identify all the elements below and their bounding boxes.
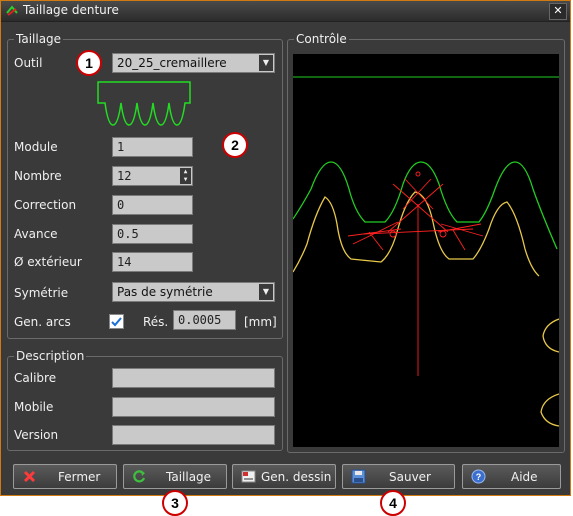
avance-field[interactable]: 0.5	[112, 224, 193, 244]
version-label: Version	[14, 428, 59, 442]
taillage-button-label: Taillage	[166, 470, 212, 484]
outil-select-value: 20_25_cremaillere	[117, 56, 227, 70]
calibre-label: Calibre	[14, 371, 57, 385]
chevron-down-icon[interactable]: ▼	[259, 55, 273, 71]
callout-badge-4: 4	[380, 490, 406, 516]
spin-down-icon[interactable]: ▼	[180, 176, 191, 184]
window-title: Taillage denture	[23, 3, 119, 17]
preview-canvas[interactable]	[292, 54, 560, 447]
gear-cut-app-icon	[6, 5, 18, 16]
gen-dessin-label: Gen. dessin	[261, 470, 332, 484]
title-bar[interactable]: Taillage denture ✕	[1, 1, 570, 22]
close-icon	[23, 470, 36, 483]
save-icon	[351, 469, 366, 484]
sauver-label: Sauver	[389, 470, 431, 484]
callout-badge-3: 3	[162, 490, 188, 516]
symetrie-select-value: Pas de symétrie	[117, 285, 213, 299]
mobile-label: Mobile	[14, 400, 54, 414]
fermer-label: Fermer	[58, 470, 101, 484]
gen-arcs-checkbox[interactable]	[109, 314, 124, 329]
spin-up-icon[interactable]: ▲	[180, 168, 191, 176]
exterieur-label: Ø extérieur	[14, 255, 82, 269]
nombre-label: Nombre	[14, 169, 62, 183]
sauver-button[interactable]: Sauver	[342, 464, 455, 489]
taillage-group-title: Taillage	[14, 32, 64, 46]
fermer-button[interactable]: Fermer	[13, 464, 117, 489]
outil-label: Outil	[14, 56, 43, 70]
nombre-value: 12	[117, 169, 132, 183]
help-icon: ?	[471, 469, 486, 484]
spin-buttons[interactable]: ▲ ▼	[180, 168, 191, 184]
aide-button[interactable]: ? Aide	[462, 464, 561, 489]
controle-group-title: Contrôle	[294, 32, 349, 46]
callout-badge-2: 2	[222, 132, 248, 158]
svg-text:?: ?	[476, 472, 482, 482]
nombre-stepper[interactable]: 12 ▲ ▼	[112, 166, 193, 186]
mobile-field[interactable]	[112, 397, 275, 417]
version-field[interactable]	[112, 425, 275, 445]
res-field[interactable]: 0.0005	[173, 310, 236, 330]
drawing-icon	[241, 470, 256, 483]
module-field[interactable]: 1	[112, 137, 193, 157]
checkmark-icon	[111, 317, 122, 327]
symetrie-label: Symétrie	[14, 286, 69, 300]
callout-badge-1: 1	[76, 50, 102, 76]
taillage-button[interactable]: Taillage	[123, 464, 227, 489]
correction-label: Correction	[14, 198, 77, 212]
res-unit: [mm]	[244, 315, 277, 329]
exterieur-field[interactable]: 14	[112, 252, 193, 272]
gen-arcs-label: Gen. arcs	[14, 315, 71, 329]
close-button[interactable]: ✕	[549, 3, 567, 20]
refresh-icon	[133, 470, 146, 483]
chevron-down-icon[interactable]: ▼	[259, 284, 273, 300]
symetrie-select[interactable]: Pas de symétrie ▼	[112, 282, 275, 302]
aide-label: Aide	[511, 470, 538, 484]
gen-dessin-button[interactable]: Gen. dessin	[232, 464, 336, 489]
rack-tool-preview	[97, 81, 191, 126]
outil-select[interactable]: 20_25_cremaillere ▼	[112, 53, 275, 73]
correction-field[interactable]: 0	[112, 195, 193, 215]
calibre-field[interactable]	[112, 368, 275, 388]
description-group-title: Description	[14, 349, 87, 363]
res-label: Rés.	[143, 315, 169, 329]
avance-label: Avance	[14, 227, 58, 241]
module-label: Module	[14, 140, 58, 154]
gear-profile-drawing	[292, 76, 560, 427]
